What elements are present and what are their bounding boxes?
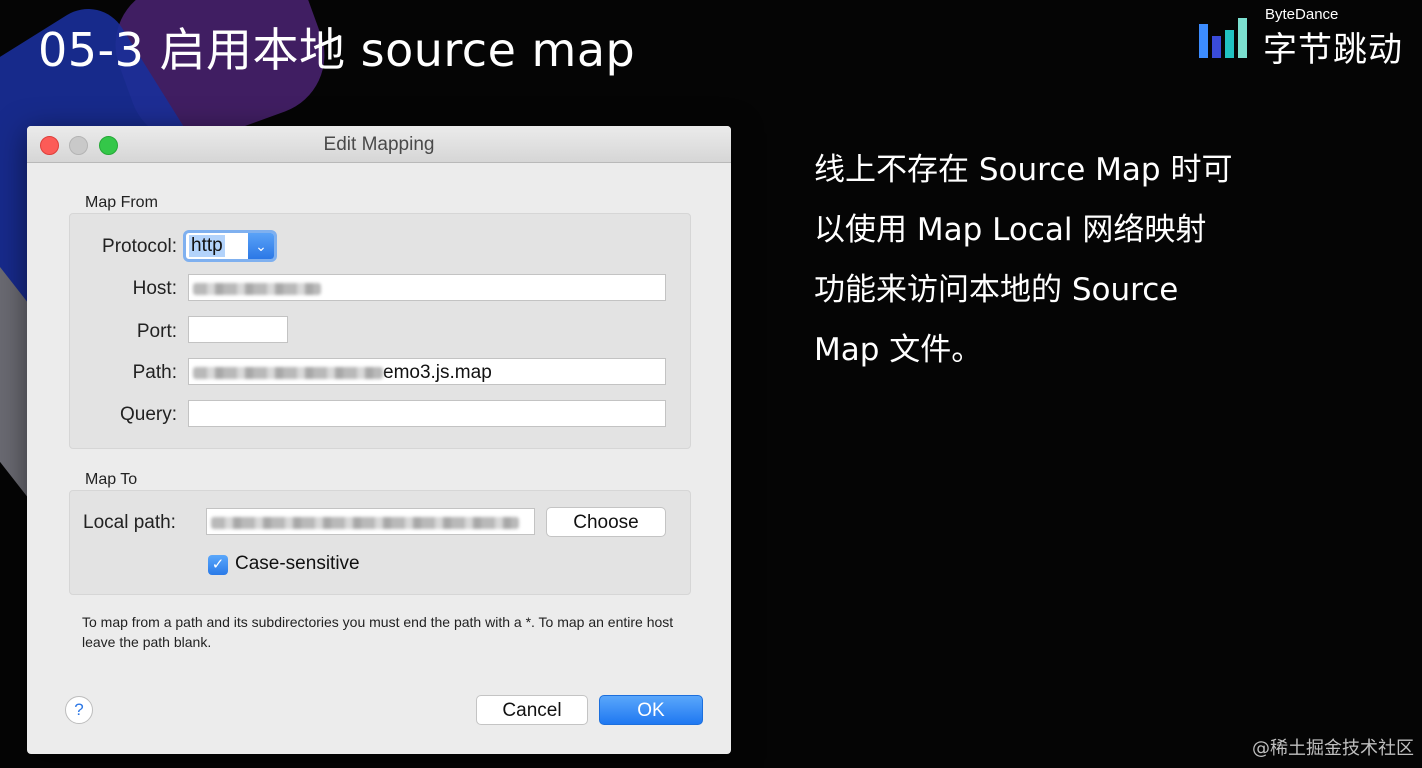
case-sensitive-label[interactable]: Case-sensitive — [235, 553, 360, 575]
cancel-button[interactable]: Cancel — [476, 695, 588, 725]
host-input[interactable] — [188, 274, 666, 301]
path-label: Path: — [132, 362, 177, 383]
dialog-title: Edit Mapping — [323, 134, 435, 155]
checkmark-icon: ✓ — [211, 556, 225, 573]
local-path-input[interactable] — [206, 508, 535, 535]
description-line: 以使用 Map Local 网络映射 — [814, 212, 1207, 248]
redacted-text — [193, 282, 321, 295]
host-label: Host: — [132, 278, 177, 299]
port-label: Port: — [136, 321, 177, 342]
description-line: Map 文件。 — [814, 332, 983, 368]
ok-button[interactable]: OK — [599, 695, 703, 725]
description-line: 功能来访问本地的 Source — [814, 272, 1179, 308]
map-from-label: Map From — [85, 194, 158, 211]
bytedance-logo-icon — [1199, 18, 1255, 58]
protocol-select[interactable]: http ⌄ — [183, 230, 277, 262]
path-input[interactable]: emo3.js.map — [188, 358, 666, 385]
slide-title: 05-3 启用本地 source map — [38, 23, 636, 77]
slide-description: 线上不存在 Source Map 时可 以使用 Map Local 网络映射 功… — [814, 140, 1284, 380]
case-sensitive-checkbox[interactable]: ✓ — [208, 555, 228, 575]
logo-chinese: 字节跳动 — [1263, 30, 1403, 70]
chevron-down-icon: ⌄ — [248, 233, 274, 259]
description-line: 线上不存在 Source Map 时可 — [814, 152, 1233, 188]
site-watermark: @稀土掘金技术社区 — [1252, 738, 1414, 759]
path-value-suffix: emo3.js.map — [383, 362, 492, 383]
query-input[interactable] — [188, 400, 666, 427]
dialog-titlebar: Edit Mapping — [27, 126, 731, 163]
local-path-label: Local path: — [83, 512, 176, 533]
edit-mapping-dialog: Edit Mapping Map From Protocol: http ⌄ H… — [27, 126, 731, 754]
redacted-text — [211, 516, 519, 529]
protocol-label: Protocol: — [102, 236, 177, 257]
query-label: Query: — [119, 404, 177, 425]
redacted-text — [193, 366, 383, 379]
map-to-label: Map To — [85, 471, 138, 488]
port-input[interactable] — [188, 316, 288, 343]
help-text: To map from a path and its subdirectorie… — [82, 614, 674, 650]
map-to-group — [69, 490, 691, 595]
choose-button[interactable]: Choose — [546, 507, 666, 537]
logo-english: ByteDance — [1265, 6, 1339, 23]
help-button[interactable]: ? — [65, 696, 93, 724]
protocol-value: http — [189, 235, 225, 257]
bytedance-logo: ByteDance 字节跳动 — [1199, 6, 1414, 70]
